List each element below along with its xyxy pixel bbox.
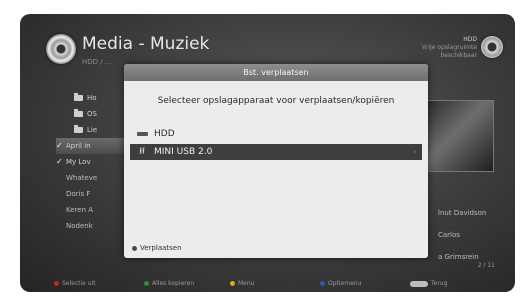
legend-options[interactable]: Optiemenu <box>320 280 361 287</box>
hdd-icon <box>136 132 148 136</box>
dialog-footer-button[interactable]: Verplaatsen <box>132 244 182 252</box>
legend-select[interactable]: Selectie uit <box>54 280 96 287</box>
blue-button-icon <box>320 281 325 286</box>
option-mini-usb[interactable]: ⭿ MINI USB 2.0 › <box>130 144 422 160</box>
usb-icon: ⭿ <box>139 147 145 157</box>
storage-line-1: Vrije opslagruimte <box>421 44 477 51</box>
red-button-icon <box>54 281 59 286</box>
legend-select-all[interactable]: Alles kopieren <box>144 280 194 287</box>
storage-info: HDD Vrije opslagruimte beschikbaar <box>422 36 477 60</box>
artist-name: lnut Davidson <box>438 209 487 217</box>
storage-disc-icon <box>481 36 503 58</box>
page-title: Media - Muziek <box>82 34 210 54</box>
folder-icon <box>74 125 83 133</box>
legend-menu[interactable]: Menu <box>230 280 254 287</box>
option-hdd[interactable]: HDD <box>130 126 422 142</box>
dialog-title: Bst. verplaatsen <box>124 64 428 81</box>
back-button-icon <box>410 280 428 287</box>
music-disc-icon <box>46 34 76 64</box>
check-icon: ✓ <box>56 141 63 150</box>
page-indicator: 2 / 11 <box>477 262 495 269</box>
artist-list: lnut Davidson Carlos a Grimsrein <box>438 202 486 268</box>
legend-back[interactable]: Terug <box>410 280 447 287</box>
folder-icon <box>74 109 83 117</box>
button-legend: Selectie uit Alles kopieren Menu Optieme… <box>20 276 515 290</box>
storage-label: HDD <box>463 36 477 43</box>
artist-name: Carlos <box>438 231 460 239</box>
green-button-icon <box>144 281 149 286</box>
dialog-prompt: Selecteer opslagapparaat voor verplaatse… <box>157 96 395 106</box>
album-art <box>424 100 494 172</box>
ok-button-icon <box>132 245 137 251</box>
chevron-right-icon: › <box>413 148 416 156</box>
folder-icon <box>74 93 83 101</box>
storage-line-2: beschikbaar <box>440 52 478 59</box>
check-icon: ✓ <box>56 157 63 166</box>
breadcrumb: HDD / ... <box>82 58 112 66</box>
yellow-button-icon <box>230 281 235 286</box>
move-dialog: Bst. verplaatsen Selecteer opslagapparaa… <box>124 64 428 258</box>
